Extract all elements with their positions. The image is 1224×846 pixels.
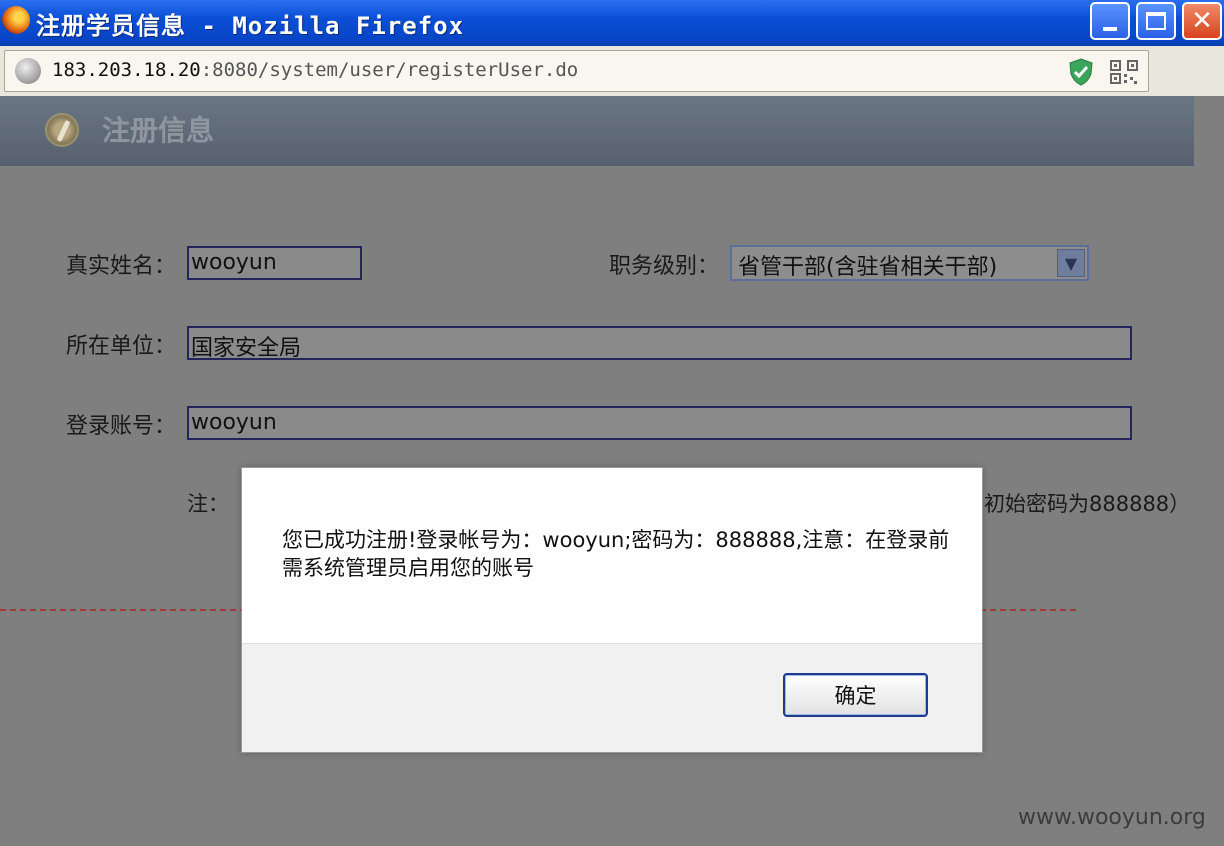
page-header: 注册信息 xyxy=(0,96,1194,166)
dialog-footer: 确定 xyxy=(242,643,982,752)
watermark: www.wooyun.org xyxy=(1018,805,1206,830)
rank-select[interactable]: 省管干部(含驻省相关干部) ▼ xyxy=(730,245,1089,281)
url-input[interactable]: 183.203.18.20:8080/system/user/registerU… xyxy=(4,50,1149,92)
address-bar: 183.203.18.20:8080/system/user/registerU… xyxy=(0,46,1224,96)
note-prefix: 注： xyxy=(187,492,229,516)
org-label: 所在单位： xyxy=(66,334,177,359)
qr-code-icon[interactable] xyxy=(1110,60,1138,84)
alert-dialog: 您已成功注册!登录帐号为：wooyun;密码为：888888,注意：在登录前需系… xyxy=(241,467,983,753)
account-label: 登录账号： xyxy=(66,414,177,439)
page-title: 注册信息 xyxy=(102,114,215,147)
account-input[interactable]: wooyun xyxy=(187,406,1132,440)
real-name-input[interactable]: wooyun xyxy=(187,246,362,280)
url-host: 183.203.18.20 xyxy=(52,59,201,81)
firefox-icon xyxy=(2,6,30,34)
dialog-body: 您已成功注册!登录帐号为：wooyun;密码为：888888,注意：在登录前需系… xyxy=(242,468,982,643)
rank-label: 职务级别： xyxy=(609,254,720,279)
window-title: 注册学员信息 - Mozilla Firefox xyxy=(36,12,465,40)
maximize-icon xyxy=(1146,12,1166,30)
real-name-label: 真实姓名： xyxy=(66,254,177,279)
chevron-down-icon[interactable]: ▼ xyxy=(1057,249,1085,277)
org-input[interactable]: 国家安全局 xyxy=(187,326,1132,360)
globe-icon xyxy=(15,58,41,84)
url-path: :8080/system/user/registerUser.do xyxy=(200,59,579,81)
minimize-icon xyxy=(1103,27,1117,31)
shield-icon[interactable] xyxy=(1069,58,1093,86)
close-icon: ✕ xyxy=(1191,6,1213,36)
close-button[interactable]: ✕ xyxy=(1182,2,1222,40)
rank-select-value: 省管干部(含驻省相关干部) xyxy=(738,255,998,280)
url-text: 183.203.18.20:8080/system/user/registerU… xyxy=(52,59,578,81)
ok-button[interactable]: 确定 xyxy=(783,673,928,717)
dialog-message: 您已成功注册!登录帐号为：wooyun;密码为：888888,注意：在登录前需系… xyxy=(282,528,950,580)
maximize-button[interactable] xyxy=(1136,2,1176,40)
window-titlebar: 注册学员信息 - Mozilla Firefox ✕ xyxy=(0,0,1224,46)
note-password-hint: 初始密码为888888） xyxy=(984,492,1191,516)
compass-icon xyxy=(45,113,79,147)
minimize-button[interactable] xyxy=(1090,2,1130,40)
